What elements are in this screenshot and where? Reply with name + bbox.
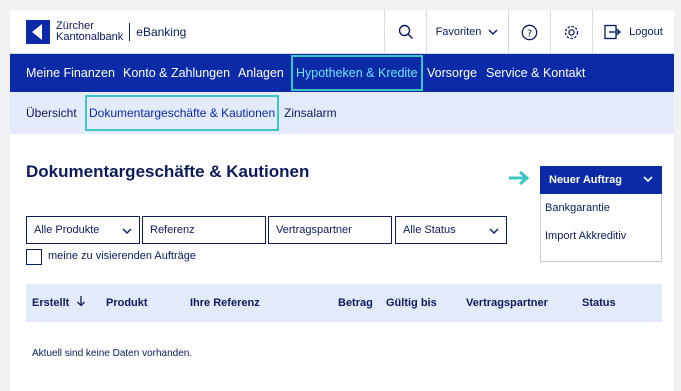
main-navigation: Meine Finanzen Konto & Zahlungen Anlagen…: [10, 54, 674, 92]
brand-logo[interactable]: Zürcher Kantonalbank eBanking: [26, 20, 186, 44]
nav-konto-zahlungen[interactable]: Konto & Zahlungen: [123, 54, 230, 92]
logout-icon: [604, 24, 622, 40]
brand-line2: Kantonalbank: [56, 31, 124, 43]
column-produkt[interactable]: Produkt: [106, 284, 148, 322]
column-betrag[interactable]: Betrag: [338, 284, 373, 322]
partner-placeholder: Vertragspartner: [276, 224, 352, 236]
settings-button[interactable]: [550, 10, 592, 54]
visa-pending-label[interactable]: meine zu visierenden Aufträge: [48, 250, 196, 262]
sub-navigation: Übersicht Dokumentargeschäfte & Kautione…: [10, 92, 674, 134]
search-button[interactable]: [384, 10, 426, 54]
help-button[interactable]: ?: [508, 10, 550, 54]
page-title: Dokumentargeschäfte & Kautionen: [26, 162, 310, 181]
status-filter-value: Alle Status: [403, 224, 456, 236]
product-name: eBanking: [136, 25, 187, 39]
nav-hypotheken-kredite[interactable]: Hypotheken & Kredite: [290, 54, 424, 92]
subnav-uebersicht[interactable]: Übersicht: [26, 92, 77, 134]
nav-anlagen[interactable]: Anlagen: [238, 54, 284, 92]
zkb-logo-icon: [26, 20, 50, 44]
menu-item-bankgarantie[interactable]: Bankgarantie: [545, 202, 610, 214]
top-header: Zürcher Kantonalbank eBanking Favoriten …: [10, 10, 674, 54]
nav-vorsorge[interactable]: Vorsorge: [427, 54, 477, 92]
column-status[interactable]: Status: [582, 284, 616, 322]
partner-input[interactable]: Vertragspartner: [268, 216, 392, 244]
help-icon: ?: [521, 24, 538, 40]
subnav-zinsalarm[interactable]: Zinsalarm: [284, 92, 337, 134]
menu-item-import-akkreditiv[interactable]: Import Akkreditiv: [545, 230, 626, 242]
column-ihre-referenz[interactable]: Ihre Referenz: [190, 284, 260, 322]
table-header: Erstellt Produkt Ihre Referenz Betrag Gü…: [26, 284, 662, 322]
chevron-down-icon: [489, 228, 499, 234]
visa-pending-checkbox[interactable]: [26, 249, 42, 265]
svg-text:?: ?: [527, 28, 532, 39]
product-filter-value: Alle Produkte: [34, 224, 100, 236]
product-filter-select[interactable]: Alle Produkte: [26, 216, 140, 244]
empty-state-message: Aktuell sind keine Daten vorhanden.: [32, 348, 193, 359]
new-order-label: Neuer Auftrag: [549, 174, 622, 186]
logout-label: Logout: [629, 26, 663, 38]
reference-placeholder: Referenz: [150, 224, 195, 236]
subnav-dokumentargeschaefte[interactable]: Dokumentargeschäfte & Kautionen: [82, 92, 282, 134]
column-vertragspartner[interactable]: Vertragspartner: [466, 284, 548, 322]
nav-service-kontakt[interactable]: Service & Kontakt: [486, 54, 585, 92]
column-gueltig-bis[interactable]: Gültig bis: [386, 284, 437, 322]
pointer-arrow-icon: [509, 170, 530, 186]
nav-meine-finanzen[interactable]: Meine Finanzen: [26, 54, 115, 92]
new-order-menu: Bankgarantie Import Akkreditiv: [540, 194, 662, 262]
chevron-down-icon: [488, 29, 498, 35]
gear-icon: [564, 25, 579, 39]
new-order-button[interactable]: Neuer Auftrag: [540, 166, 662, 194]
chevron-down-icon: [122, 228, 132, 234]
logo-divider: [129, 23, 131, 41]
brand-name: Zürcher Kantonalbank: [56, 21, 123, 43]
favorites-label: Favoriten: [435, 26, 482, 38]
favorites-button[interactable]: Favoriten: [426, 10, 508, 54]
reference-input[interactable]: Referenz: [142, 216, 266, 244]
app-frame: Zürcher Kantonalbank eBanking Favoriten …: [10, 10, 674, 391]
search-icon: [398, 24, 413, 39]
logout-button[interactable]: Logout: [592, 10, 674, 54]
column-label: Erstellt: [32, 297, 70, 309]
status-filter-select[interactable]: Alle Status: [395, 216, 507, 244]
chevron-down-icon: [643, 176, 653, 183]
column-erstellt[interactable]: Erstellt: [32, 284, 86, 322]
arrow-down-icon: [77, 296, 86, 307]
